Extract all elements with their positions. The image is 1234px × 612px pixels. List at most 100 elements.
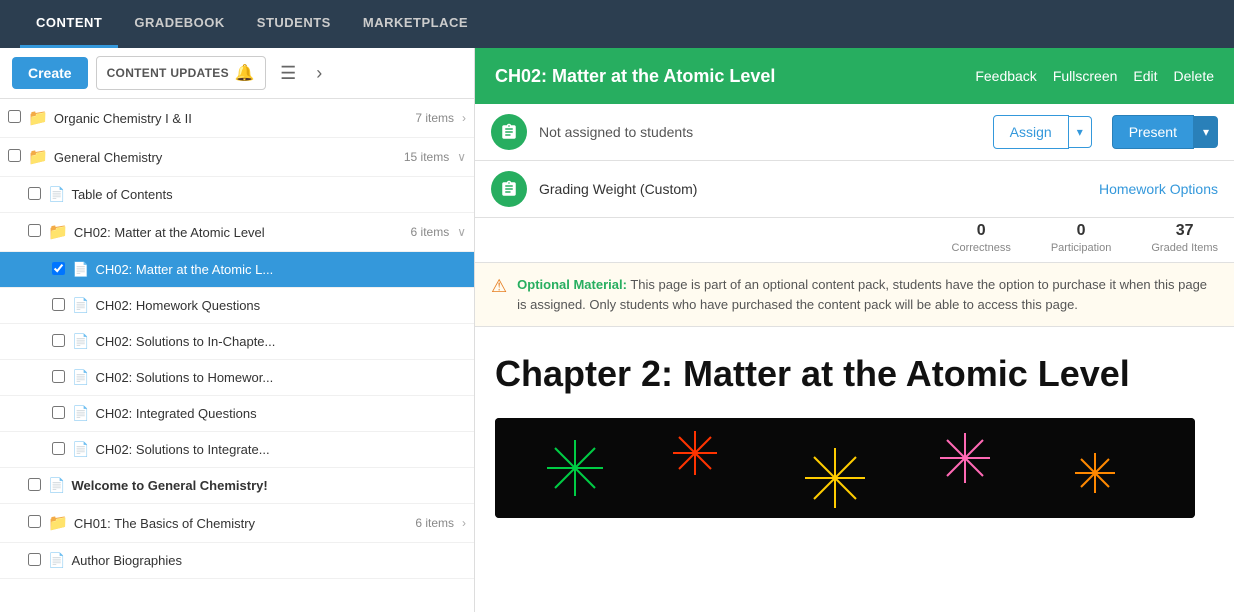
panel-header: CH02: Matter at the Atomic Level Feedbac… xyxy=(475,48,1234,104)
sidebar-content: 📁 Organic Chemistry I & II 7 items › 📁 G… xyxy=(0,99,474,612)
participation-stat: 0 Participation xyxy=(1051,222,1112,254)
correctness-value: 0 xyxy=(952,222,1011,240)
row-title: CH02: Solutions to Integrate... xyxy=(95,442,466,457)
sidebar-item-ch02-homework[interactable]: 📄 CH02: Homework Questions xyxy=(0,288,474,324)
doc-icon: 📄 xyxy=(72,261,89,278)
participation-label: Participation xyxy=(1051,242,1112,254)
sidebar-item-ch02-integrated[interactable]: 📄 CH02: Integrated Questions xyxy=(0,396,474,432)
panel-title: CH02: Matter at the Atomic Level xyxy=(495,66,775,87)
row-checkbox[interactable] xyxy=(52,370,72,386)
optional-text: Optional Material: This page is part of … xyxy=(517,275,1218,314)
sidebar-toolbar: Create CONTENT UPDATES 🔔 ☰ › xyxy=(0,48,474,99)
row-count: 7 items xyxy=(415,111,454,125)
row-title: CH02: Matter at the Atomic Level xyxy=(74,225,411,240)
bell-icon: 🔔 xyxy=(235,63,255,83)
row-checkbox[interactable] xyxy=(8,110,28,126)
sidebar-item-ch02-solutions-hw[interactable]: 📄 CH02: Solutions to Homewor... xyxy=(0,360,474,396)
row-count: 15 items xyxy=(404,150,449,164)
row-checkbox[interactable] xyxy=(52,298,72,314)
nav-students[interactable]: STUDENTS xyxy=(241,0,347,48)
row-count: 6 items xyxy=(415,516,454,530)
sidebar-item-general-chem[interactable]: 📁 General Chemistry 15 items ∨ xyxy=(0,138,474,177)
chevron-right-icon: › xyxy=(462,111,466,125)
delete-button[interactable]: Delete xyxy=(1174,68,1214,84)
expand-sidebar-button[interactable]: › xyxy=(310,57,328,90)
correctness-label: Correctness xyxy=(952,242,1011,254)
correctness-stat: 0 Correctness xyxy=(952,222,1011,254)
sidebar-item-organic-chem[interactable]: 📁 Organic Chemistry I & II 7 items › xyxy=(0,99,474,138)
doc-icon: 📄 xyxy=(72,369,89,386)
row-checkbox[interactable] xyxy=(28,515,48,531)
feedback-button[interactable]: Feedback xyxy=(975,68,1036,84)
doc-icon: 📄 xyxy=(48,552,65,569)
participation-value: 0 xyxy=(1051,222,1112,240)
row-title: CH02: Solutions to Homewor... xyxy=(95,370,466,385)
panel-actions: Feedback Fullscreen Edit Delete xyxy=(975,68,1214,84)
row-title: Organic Chemistry I & II xyxy=(54,111,415,126)
stats-row: 0 Correctness 0 Participation 37 Graded … xyxy=(475,218,1234,263)
row-checkbox[interactable] xyxy=(28,553,48,569)
edit-button[interactable]: Edit xyxy=(1133,68,1157,84)
chapter-title: Chapter 2: Matter at the Atomic Level xyxy=(495,351,1214,398)
content-area: Chapter 2: Matter at the Atomic Level xyxy=(475,327,1234,612)
warning-icon: ⚠ xyxy=(491,276,507,297)
sidebar-item-ch01-basics[interactable]: 📁 CH01: The Basics of Chemistry 6 items … xyxy=(0,504,474,543)
chevron-right-icon: › xyxy=(462,516,466,530)
row-count: 6 items xyxy=(411,225,450,239)
right-panel: CH02: Matter at the Atomic Level Feedbac… xyxy=(475,48,1234,612)
assignment-icon xyxy=(491,114,527,150)
row-checkbox[interactable] xyxy=(28,478,48,494)
assign-button[interactable]: Assign xyxy=(993,115,1069,149)
fullscreen-button[interactable]: Fullscreen xyxy=(1053,68,1118,84)
grading-icon xyxy=(491,171,527,207)
row-checkbox[interactable] xyxy=(28,187,48,203)
homework-options-link[interactable]: Homework Options xyxy=(1099,181,1218,197)
doc-icon: 📄 xyxy=(48,186,65,203)
sidebar-item-ch02-matter-folder[interactable]: 📁 CH02: Matter at the Atomic Level 6 ite… xyxy=(0,213,474,252)
nav-gradebook[interactable]: GRADEBOOK xyxy=(118,0,240,48)
nav-content[interactable]: CONTENT xyxy=(20,0,118,48)
content-updates-button[interactable]: CONTENT UPDATES 🔔 xyxy=(96,56,267,90)
doc-icon: 📄 xyxy=(72,441,89,458)
grading-weight-text: Grading Weight (Custom) xyxy=(539,181,1087,197)
chevron-down-icon: ∨ xyxy=(457,225,466,239)
row-checkbox[interactable] xyxy=(52,262,72,278)
chevron-down-icon: ∨ xyxy=(457,150,466,164)
create-button[interactable]: Create xyxy=(12,57,88,89)
doc-icon: 📄 xyxy=(48,477,65,494)
sidebar: Create CONTENT UPDATES 🔔 ☰ › 📁 Organic C… xyxy=(0,48,475,612)
list-view-button[interactable]: ☰ xyxy=(274,57,302,90)
row-title: Author Biographies xyxy=(71,553,466,568)
sidebar-item-welcome[interactable]: 📄 Welcome to General Chemistry! xyxy=(0,468,474,504)
row-checkbox[interactable] xyxy=(8,149,28,165)
optional-material-banner: ⚠ Optional Material: This page is part o… xyxy=(475,263,1234,327)
doc-icon: 📄 xyxy=(72,405,89,422)
sidebar-item-author-bios[interactable]: 📄 Author Biographies xyxy=(0,543,474,579)
main-layout: Create CONTENT UPDATES 🔔 ☰ › 📁 Organic C… xyxy=(0,48,1234,612)
assign-dropdown-button[interactable]: ▾ xyxy=(1069,116,1092,148)
row-title: CH02: Integrated Questions xyxy=(95,406,466,421)
grading-bar: Grading Weight (Custom) Homework Options xyxy=(475,161,1234,218)
graded-items-label: Graded Items xyxy=(1151,242,1218,254)
doc-icon: 📄 xyxy=(72,297,89,314)
graded-items-stat: 37 Graded Items xyxy=(1151,222,1218,254)
doc-icon: 📄 xyxy=(72,333,89,350)
nav-marketplace[interactable]: MARKETPLACE xyxy=(347,0,484,48)
sidebar-item-ch02-solutions-int[interactable]: 📄 CH02: Solutions to Integrate... xyxy=(0,432,474,468)
optional-label: Optional Material: xyxy=(517,277,627,292)
folder-icon: 📁 xyxy=(28,147,48,167)
content-updates-label: CONTENT UPDATES xyxy=(107,66,229,80)
assign-button-group: Assign ▾ xyxy=(993,115,1092,149)
row-checkbox[interactable] xyxy=(52,334,72,350)
sidebar-item-ch02-solutions-in[interactable]: 📄 CH02: Solutions to In-Chapte... xyxy=(0,324,474,360)
folder-icon: 📁 xyxy=(48,222,68,242)
row-checkbox[interactable] xyxy=(28,224,48,240)
sidebar-item-table-of-contents[interactable]: 📄 Table of Contents xyxy=(0,177,474,213)
present-dropdown-button[interactable]: ▾ xyxy=(1194,116,1218,148)
row-title: Table of Contents xyxy=(71,187,466,202)
row-title: CH02: Homework Questions xyxy=(95,298,466,313)
row-checkbox[interactable] xyxy=(52,406,72,422)
present-button[interactable]: Present xyxy=(1112,115,1194,149)
sidebar-item-ch02-atomic-l[interactable]: 📄 CH02: Matter at the Atomic L... xyxy=(0,252,474,288)
row-checkbox[interactable] xyxy=(52,442,72,458)
